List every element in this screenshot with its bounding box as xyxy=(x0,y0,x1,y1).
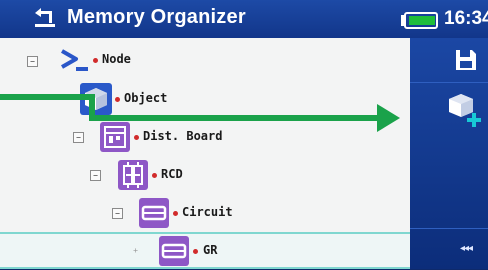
bullet-dot xyxy=(93,58,98,63)
bullet-dot xyxy=(134,135,139,140)
tree-item-label: Dist. Board xyxy=(143,129,223,143)
expand-toggle[interactable]: + xyxy=(131,246,140,255)
tree-item-label: Circuit xyxy=(182,205,233,219)
bullet-dot xyxy=(193,249,198,254)
more-icon: ◂◂◂ xyxy=(460,243,473,254)
battery-icon xyxy=(401,12,438,29)
add-object-icon xyxy=(449,94,481,127)
panel-icon xyxy=(100,122,130,152)
back-arrow-icon[interactable] xyxy=(32,7,58,29)
cube-icon xyxy=(80,83,112,115)
clock: 16:34 xyxy=(444,8,488,29)
collapse-toggle[interactable]: − xyxy=(73,132,84,143)
tree-view: − Node − Object − Dist. Board − RCD − Ci… xyxy=(0,38,410,269)
tree-item-label: Node xyxy=(102,52,131,66)
page-title: Memory Organizer xyxy=(67,6,246,28)
collapse-toggle[interactable]: − xyxy=(112,208,123,219)
save-button[interactable] xyxy=(410,38,488,82)
circuit-icon xyxy=(139,198,169,228)
tree-item-label: GR xyxy=(203,243,218,257)
bullet-dot xyxy=(173,211,178,216)
tree-item-label: RCD xyxy=(161,167,183,181)
tree-item-circuit[interactable]: − Circuit xyxy=(0,194,410,232)
header-bar: Memory Organizer 16:34 xyxy=(0,0,488,38)
collapse-toggle[interactable]: − xyxy=(27,56,38,67)
tree-item-object[interactable]: − Object xyxy=(0,80,410,118)
add-object-button[interactable] xyxy=(410,82,488,143)
circuit-icon xyxy=(159,236,189,266)
save-icon xyxy=(456,50,476,70)
prompt-icon xyxy=(61,49,88,71)
tree-item-dist-board[interactable]: − Dist. Board xyxy=(0,118,410,156)
more-button[interactable]: ◂◂◂ xyxy=(410,228,488,270)
collapse-toggle[interactable]: − xyxy=(90,170,101,181)
tree-item-gr[interactable]: + GR xyxy=(0,232,410,269)
bullet-dot xyxy=(115,97,120,102)
tree-item-label: Object xyxy=(124,91,168,105)
tree-item-rcd[interactable]: − RCD xyxy=(0,156,410,194)
collapse-toggle[interactable]: − xyxy=(54,94,63,103)
side-toolbar: ◂◂◂ xyxy=(410,38,488,269)
tree-item-node[interactable]: − Node xyxy=(0,42,410,80)
memory-organizer-screen: Memory Organizer 16:34 − Node − Object −… xyxy=(0,0,488,269)
rcd-icon xyxy=(118,160,148,190)
bullet-dot xyxy=(152,173,157,178)
